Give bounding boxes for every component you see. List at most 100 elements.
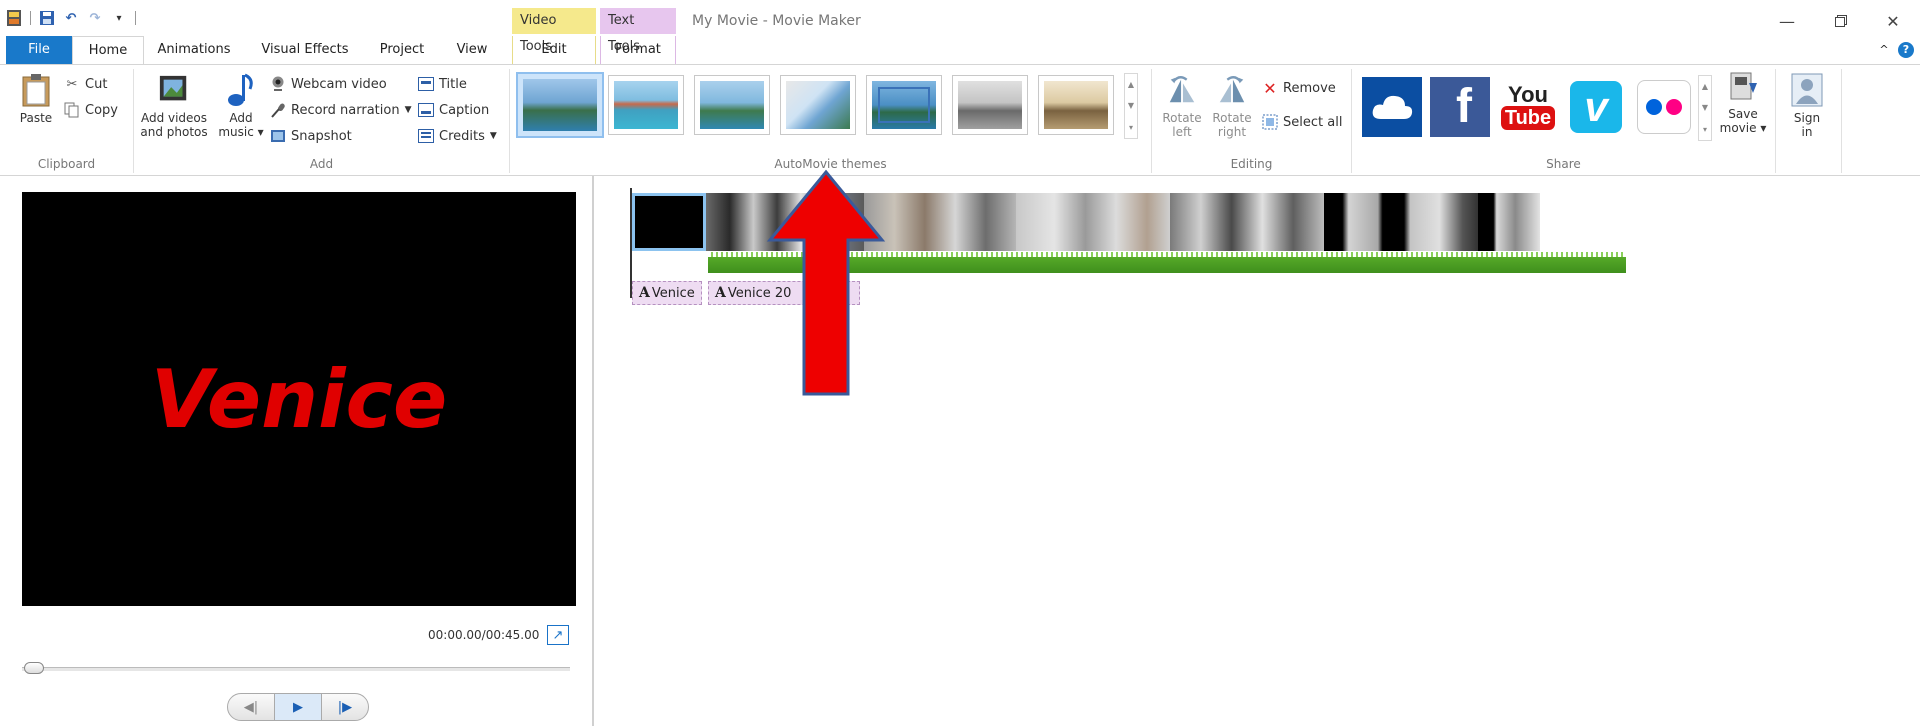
add-music-label-text: music — [218, 125, 254, 139]
video-preview[interactable]: Venice — [22, 192, 576, 606]
title-label: Title — [439, 76, 467, 92]
restore-button[interactable] — [1826, 8, 1856, 34]
share-gallery: f You Tube v ▲ ▼ ▾ — [1360, 75, 1712, 145]
youtube-you-text: You — [1508, 82, 1548, 107]
vimeo-share-button[interactable]: v — [1566, 77, 1626, 137]
save-movie-label-line1: Save — [1728, 107, 1758, 121]
caption-a-icon-2: A — [715, 285, 726, 301]
title-clip[interactable] — [632, 193, 706, 251]
scroll-down-icon[interactable]: ▼ — [1128, 101, 1134, 110]
redo-icon[interactable]: ↷ — [87, 10, 103, 26]
rotate-left-icon — [1166, 73, 1198, 107]
webcam-video-label: Webcam video — [291, 76, 387, 92]
tab-file[interactable]: File — [6, 36, 72, 64]
rotate-left-button[interactable]: Rotate left — [1160, 73, 1204, 139]
rotate-right-button[interactable]: Rotate right — [1210, 73, 1254, 139]
onedrive-share-button[interactable] — [1362, 77, 1422, 137]
select-all-label: Select all — [1283, 114, 1343, 130]
flickr-share-button[interactable] — [1634, 77, 1694, 137]
paste-button[interactable]: Paste — [16, 73, 56, 125]
record-narration-button[interactable]: Record narration ▼ — [270, 99, 412, 121]
share-gallery-scroll[interactable]: ▲ ▼ ▾ — [1698, 75, 1712, 141]
theme-black-and-white[interactable] — [952, 75, 1028, 135]
scroll-up-icon[interactable]: ▲ — [1128, 80, 1134, 89]
theme-contemporary[interactable] — [608, 75, 684, 135]
video-clip-3[interactable] — [1016, 193, 1170, 251]
theme-fade[interactable] — [780, 75, 856, 135]
youtube-share-button[interactable]: You Tube — [1498, 77, 1558, 137]
theme-sepia[interactable] — [1038, 75, 1114, 135]
gallery-more-icon[interactable]: ▾ — [1129, 123, 1133, 132]
editing-group: Rotate left Rotate right ✕ Remove Select… — [1152, 69, 1352, 173]
text-tools-context-label: Text Tools — [600, 8, 676, 54]
theme-cinematic[interactable] — [694, 75, 770, 135]
theme-default[interactable] — [516, 72, 604, 138]
tab-animations[interactable]: Animations — [150, 36, 238, 64]
editing-group-label: Editing — [1230, 157, 1273, 171]
sign-in-button[interactable]: Sign in — [1784, 73, 1830, 139]
snapshot-button[interactable]: Snapshot — [270, 125, 352, 147]
paste-label: Paste — [19, 111, 53, 125]
seek-bar[interactable] — [22, 667, 570, 671]
add-videos-and-photos-button[interactable]: Add videos and photos — [138, 73, 210, 139]
video-clip-6[interactable] — [1478, 193, 1540, 251]
red-up-arrow-annotation — [766, 169, 886, 396]
add-group: Add videos and photos Add music ▾ Webcam… — [134, 69, 510, 173]
collapse-ribbon-icon[interactable]: ^ — [1876, 36, 1892, 64]
save-movie-label-text: movie — [1719, 121, 1757, 135]
add-music-button[interactable]: Add music ▾ — [218, 73, 264, 139]
sign-in-group: Sign in — [1776, 69, 1842, 173]
movie-maker-app-icon[interactable] — [6, 10, 22, 26]
caption-label: Caption — [439, 102, 490, 118]
share-more-icon[interactable]: ▾ — [1703, 125, 1707, 134]
snapshot-icon — [270, 128, 286, 144]
window-title: My Movie - Movie Maker — [692, 13, 861, 29]
tab-edit[interactable]: Edit — [512, 36, 596, 64]
theme-pan-and-zoom[interactable] — [866, 75, 942, 135]
save-movie-button[interactable]: Save movie ▾ — [1718, 69, 1768, 135]
cut-button[interactable]: ✂ Cut — [64, 73, 108, 95]
copy-button[interactable]: Copy — [64, 99, 118, 121]
previous-frame-button[interactable]: ◀| — [228, 694, 274, 720]
remove-button[interactable]: ✕ Remove — [1262, 77, 1335, 99]
play-button[interactable]: ▶ — [274, 694, 322, 720]
theme-gallery-scroll[interactable]: ▲ ▼ ▾ — [1124, 73, 1138, 139]
popout-preview-icon[interactable]: ↗ — [547, 625, 569, 645]
close-button[interactable]: ✕ — [1878, 8, 1908, 34]
share-scroll-up-icon[interactable]: ▲ — [1702, 82, 1708, 91]
theme-contemporary-preview — [614, 81, 678, 129]
credits-button[interactable]: Credits ▼ — [418, 125, 497, 147]
title-button[interactable]: Title — [418, 73, 467, 95]
scissors-icon: ✂ — [66, 76, 78, 92]
caption-button[interactable]: Caption — [418, 99, 489, 121]
webcam-video-button[interactable]: Webcam video — [270, 73, 387, 95]
facebook-icon: f — [1456, 80, 1472, 133]
film-photo-icon — [158, 73, 190, 107]
caption-clip-1[interactable]: A Venice — [632, 281, 702, 305]
help-icon[interactable]: ? — [1898, 42, 1914, 58]
quick-access-toolbar: ↶ ↷ ▾ — [6, 10, 136, 26]
webcam-icon — [270, 76, 286, 92]
next-frame-button[interactable]: |▶ — [322, 694, 368, 720]
video-clip-2[interactable] — [864, 193, 1016, 251]
customize-qat-icon[interactable]: ▾ — [111, 10, 127, 26]
title-icon — [418, 76, 434, 92]
qat-separator-2 — [135, 11, 136, 25]
tab-view[interactable]: View — [448, 36, 496, 64]
share-scroll-down-icon[interactable]: ▼ — [1702, 103, 1708, 112]
select-all-button[interactable]: Select all — [1262, 111, 1342, 133]
theme-cinematic-preview — [700, 81, 764, 129]
video-clip-5[interactable] — [1324, 193, 1478, 251]
qat-separator — [30, 11, 31, 25]
playback-time: 00:00.00/00:45.00 — [428, 628, 540, 642]
minimize-button[interactable]: — — [1772, 8, 1802, 34]
facebook-share-button[interactable]: f — [1430, 77, 1490, 137]
video-clip-4[interactable] — [1170, 193, 1324, 251]
save-icon[interactable] — [39, 10, 55, 26]
undo-icon[interactable]: ↶ — [63, 10, 79, 26]
tab-home[interactable]: Home — [72, 36, 144, 65]
tab-visual-effects[interactable]: Visual Effects — [255, 36, 355, 64]
tab-format[interactable]: Format — [600, 36, 676, 64]
seek-thumb[interactable] — [24, 662, 44, 674]
tab-project[interactable]: Project — [371, 36, 433, 64]
